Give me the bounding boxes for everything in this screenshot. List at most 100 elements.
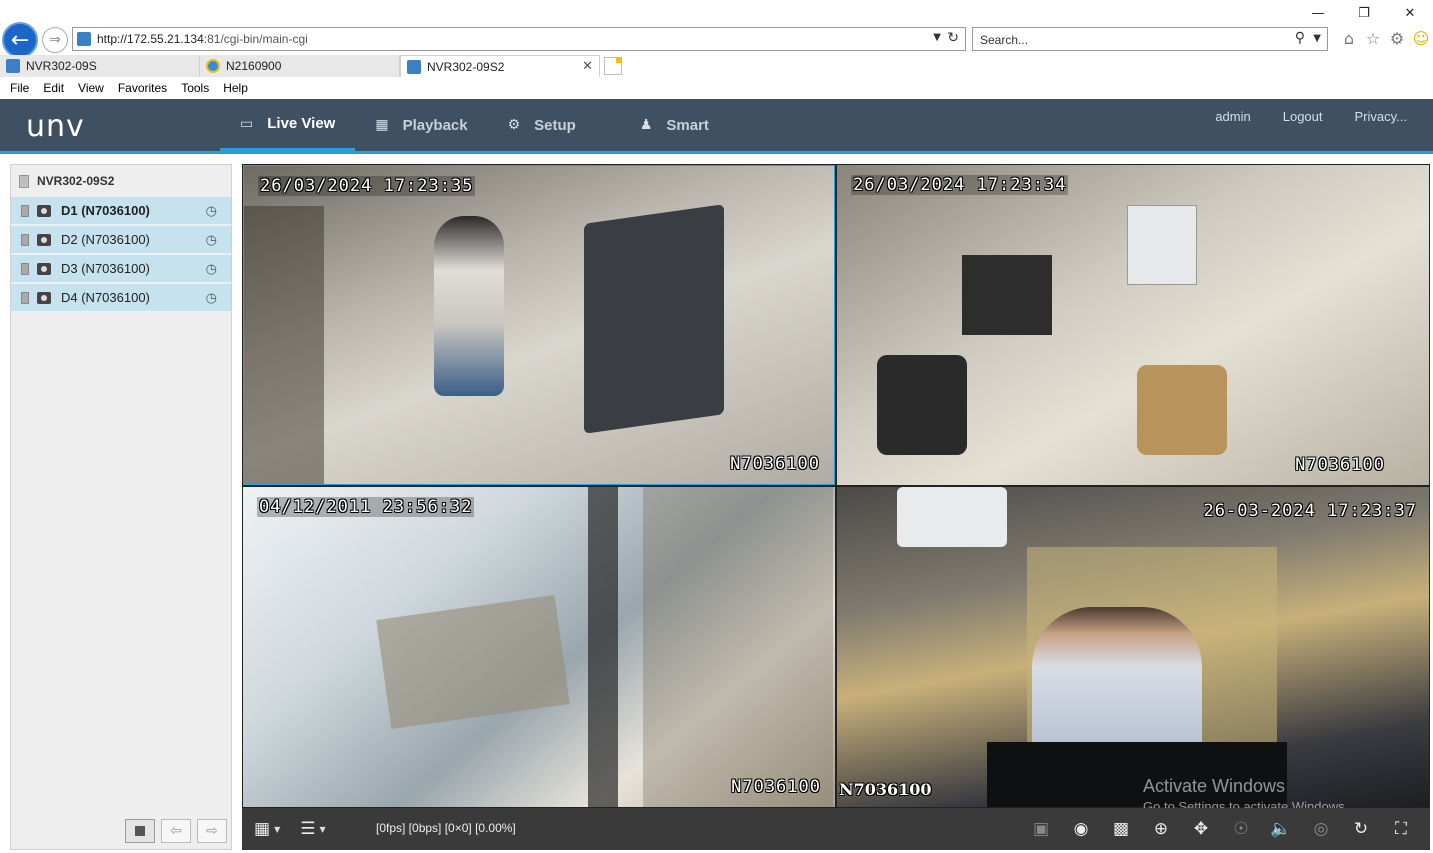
electric-panel-shape — [1127, 205, 1197, 285]
user-admin-link[interactable]: admin — [1215, 109, 1250, 124]
home-icon[interactable]: ⌂ — [1340, 28, 1358, 48]
panel-controls: ⇦ ⇨ — [125, 819, 227, 843]
nav-label: Playback — [402, 116, 468, 134]
user-links: admin Logout Privacy... — [1215, 109, 1407, 124]
gear-icon: ⚙ — [507, 117, 521, 133]
stream-button[interactable]: ☰ ▼ — [300, 819, 325, 839]
nav-live-view[interactable]: ▭ Live View — [220, 99, 356, 151]
search-input[interactable]: Search... ⚲ ▼ — [972, 27, 1328, 51]
volume-icon[interactable]: 🔈 — [1270, 818, 1292, 840]
channel-status-icon — [21, 262, 29, 275]
channel-status-icon — [21, 291, 29, 304]
nvr-tab-icon — [6, 59, 20, 73]
camera-icon — [37, 262, 51, 275]
nvr-tab-icon — [407, 59, 421, 74]
back-button[interactable]: ← — [2, 22, 38, 58]
camera-icon — [37, 204, 51, 217]
layout-button[interactable]: ▦ ▼ — [254, 819, 280, 839]
channel-item-d2[interactable]: D2 (N7036100) ◷ — [11, 226, 231, 254]
banner-shape — [376, 595, 570, 729]
tab-nvr302-09s[interactable]: NVR302-09S — [0, 55, 200, 77]
3d-zoom-icon[interactable]: ↻ — [1350, 818, 1372, 840]
wicker-chair-shape — [1137, 365, 1227, 455]
next-page-button[interactable]: ⇨ — [197, 819, 227, 843]
cashier-person-shape — [1032, 607, 1202, 757]
forward-arrow-icon: ⇒ — [49, 32, 61, 48]
video-tile-2[interactable]: 26/03/2024 17:23:34 N7036100 — [837, 165, 1429, 485]
site-favicon-icon — [77, 32, 91, 46]
tab-n2160900[interactable]: N2160900 — [200, 55, 400, 77]
stop-all-button[interactable] — [125, 819, 155, 843]
settings-gear-icon[interactable]: ⚙ — [1388, 28, 1406, 48]
tile-camera-name: N7036100 — [731, 777, 821, 797]
fullscreen-icon[interactable]: ⛶ — [1390, 818, 1412, 840]
record-clapper-icon[interactable]: ▩ — [1110, 818, 1132, 840]
tab-label: NVR302-09S — [26, 59, 97, 73]
address-bar[interactable]: http://172.55.21.134:81/cgi-bin/main-cgi… — [72, 27, 966, 51]
ie-tab-icon — [206, 59, 220, 73]
tile-camera-name: N7036100 — [730, 454, 820, 474]
digital-zoom-icon[interactable]: ⊕ — [1150, 818, 1172, 840]
pillar-shape — [588, 487, 618, 807]
channel-playback-icon[interactable]: ◷ — [206, 262, 217, 277]
chevron-down-icon: ▼ — [319, 824, 326, 834]
nav-playback[interactable]: ▦ Playback — [355, 99, 487, 151]
tab-label: NVR302-09S2 — [427, 59, 505, 74]
feedback-smiley-icon[interactable]: ☺ — [1412, 28, 1430, 48]
channel-label: D4 (N7036100) — [61, 290, 150, 305]
stream-status: [0fps] [0bps] [0×0] [0.00%] — [376, 821, 516, 835]
menu-favorites[interactable]: Favorites — [118, 81, 167, 95]
battery-rack-shape — [962, 255, 1052, 335]
menu-edit[interactable]: Edit — [43, 81, 64, 95]
tile-camera-name: N7036100 — [1295, 455, 1385, 475]
address-text[interactable]: http://172.55.21.134:81/cgi-bin/main-cgi — [97, 32, 308, 46]
forward-button[interactable]: ⇒ — [42, 27, 68, 53]
channel-playback-icon[interactable]: ◷ — [206, 233, 217, 248]
fisheye-icon[interactable]: ☉ — [1230, 818, 1252, 840]
nvr-device-icon — [19, 174, 29, 188]
tile-timestamp: 26/03/2024 17:23:34 — [851, 175, 1069, 195]
ptz-control-icon[interactable]: ✥ — [1190, 818, 1212, 840]
stop-live-icon[interactable]: ▣ — [1030, 818, 1052, 840]
live-view-toolbar: ▦ ▼ ☰ ▼ [0fps] [0bps] [0×0] [0.00%] ▣ ◉ ▩ … — [242, 808, 1430, 850]
nav-smart[interactable]: ♟ Smart — [620, 99, 729, 151]
channel-playback-icon[interactable]: ◷ — [206, 204, 217, 219]
person-icon: ♟ — [639, 117, 653, 133]
tab-close-icon[interactable]: ✕ — [582, 59, 593, 74]
channel-playback-icon[interactable]: ◷ — [206, 291, 217, 306]
favorites-star-icon[interactable]: ☆ — [1364, 28, 1382, 48]
tile-camera-name: N7036100 — [839, 780, 932, 799]
video-tile-4[interactable]: 26-03-2024 17:23:37 N7036100 — [837, 487, 1429, 807]
previous-page-button[interactable]: ⇦ — [161, 819, 191, 843]
address-dropdown-icon[interactable]: ▼ — [933, 32, 941, 43]
logout-link[interactable]: Logout — [1283, 109, 1323, 124]
video-tile-1[interactable]: 26/03/2024 17:23:35 N7036100 — [243, 165, 835, 485]
search-dropdown-icon[interactable]: ▼ — [1313, 33, 1321, 44]
menu-file[interactable]: File — [10, 81, 29, 95]
channel-item-d4[interactable]: D4 (N7036100) ◷ — [11, 284, 231, 312]
toolbar-right: ▣ ◉ ▩ ⊕ ✥ ☉ 🔈 ◎ ↻ ⛶ — [1030, 808, 1412, 850]
tree-root-device[interactable]: NVR302-09S2 — [11, 165, 231, 197]
snapshot-camera-icon[interactable]: ◉ — [1070, 818, 1092, 840]
channel-label: D1 (N7036100) — [61, 203, 150, 218]
microphone-icon[interactable]: ◎ — [1310, 818, 1332, 840]
channel-status-icon — [21, 233, 29, 246]
menu-view[interactable]: View — [78, 81, 104, 95]
tile-timestamp: 04/12/2011 23:56:32 — [257, 497, 475, 517]
privacy-link[interactable]: Privacy... — [1355, 109, 1408, 124]
tab-nvr302-09s2[interactable]: NVR302-09S2 ✕ — [400, 55, 600, 77]
channel-item-d3[interactable]: D3 (N7036100) ◷ — [11, 255, 231, 283]
nav-setup[interactable]: ⚙ Setup — [488, 99, 596, 151]
channel-item-d1[interactable]: D1 (N7036100) ◷ — [11, 197, 231, 225]
menu-tools[interactable]: Tools — [181, 81, 209, 95]
refresh-icon[interactable]: ↻ — [947, 30, 959, 46]
stream-type-icon: ☰ — [300, 819, 316, 839]
live-view-grid: 26/03/2024 17:23:35 N7036100 26/03/2024 … — [242, 164, 1430, 808]
search-icon[interactable]: ⚲ — [1295, 30, 1305, 46]
video-tile-3[interactable]: 04/12/2011 23:56:32 N7036100 — [243, 487, 835, 807]
menu-help[interactable]: Help — [223, 81, 248, 95]
grid-layout-icon: ▦ — [254, 819, 271, 839]
wall-shape — [643, 487, 833, 807]
new-tab-icon[interactable] — [604, 57, 622, 75]
watermark-title: Activate Windows — [1143, 776, 1286, 796]
